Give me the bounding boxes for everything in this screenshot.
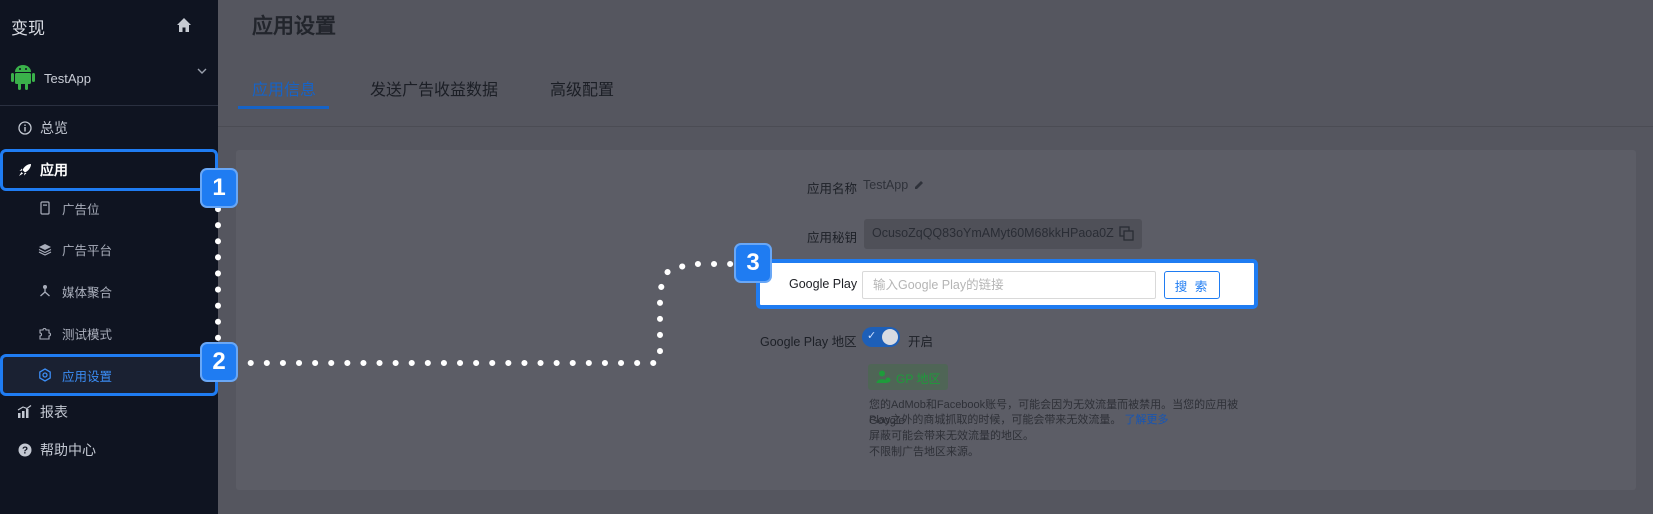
step-badge-2: 2: [200, 342, 238, 382]
step-badge-1: 1: [200, 168, 238, 208]
step-connector: [215, 206, 735, 366]
step-badge-3: 3: [734, 243, 772, 283]
